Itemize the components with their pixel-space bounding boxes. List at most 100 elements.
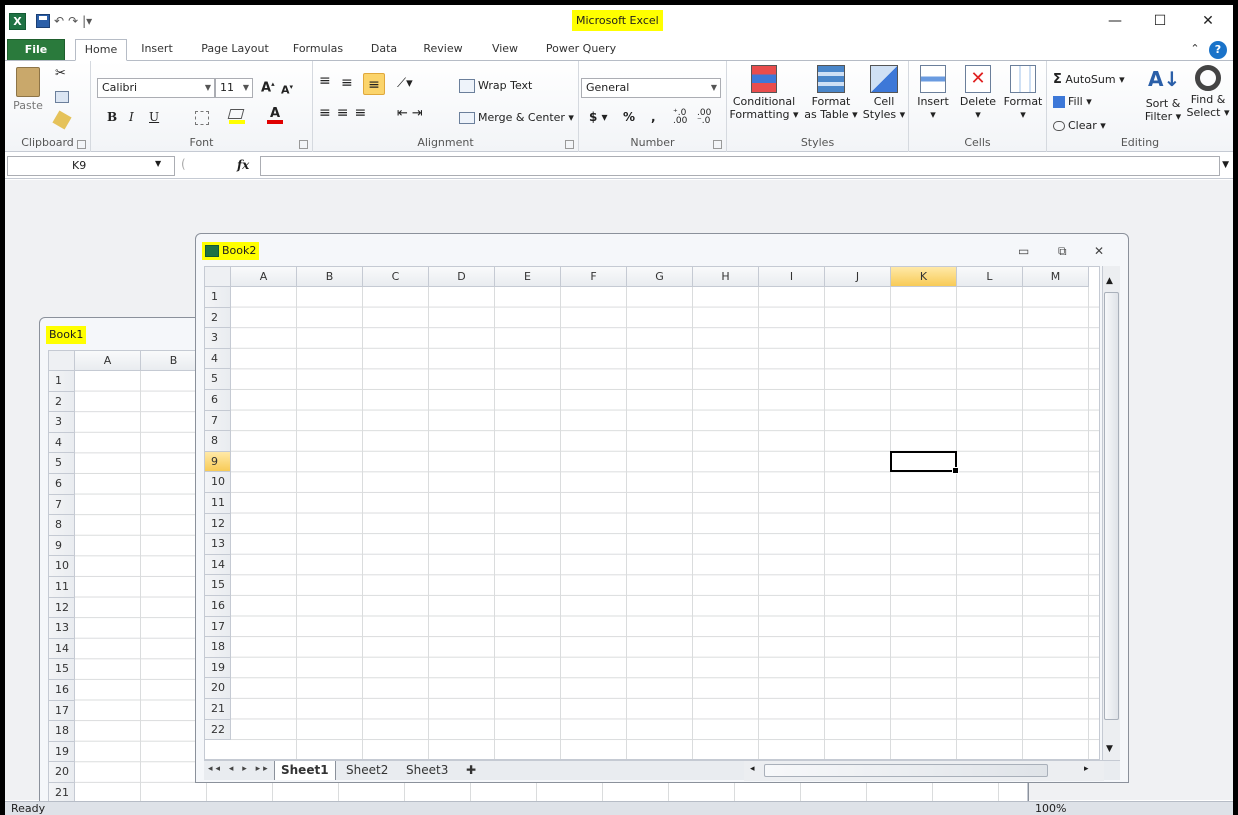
grow-font-icon[interactable]: A▴ bbox=[261, 78, 275, 94]
find-select-button[interactable]: Find & Select ▾ bbox=[1185, 65, 1231, 119]
font-launcher-icon[interactable] bbox=[299, 140, 308, 149]
row-header-3[interactable]: 3 bbox=[205, 328, 231, 349]
close-button[interactable]: ✕ bbox=[1193, 11, 1223, 31]
zoom-level[interactable]: 100% bbox=[1035, 802, 1066, 815]
tab-page-layout[interactable]: Page Layout bbox=[195, 39, 275, 61]
row-header-14[interactable]: 14 bbox=[205, 554, 231, 576]
minimize-ribbon-icon[interactable]: ⌃ bbox=[1187, 39, 1203, 61]
percent-button[interactable]: % bbox=[623, 111, 635, 124]
row-header-16[interactable]: 16 bbox=[205, 596, 231, 617]
cut-icon[interactable]: ✂ bbox=[55, 67, 66, 80]
formula-input[interactable] bbox=[260, 156, 1220, 176]
book2-grid[interactable]: A B C D E F G H I J K L M 1 2 3 4 5 6 7 8 9 10 11 12 13 14 15 16 17 18… bbox=[204, 266, 1100, 760]
row-header-10[interactable]: 10 bbox=[205, 472, 231, 493]
row-header-16[interactable]: 16 bbox=[49, 680, 75, 701]
italic-button[interactable]: I bbox=[129, 111, 134, 124]
row-header-6[interactable]: 6 bbox=[49, 474, 75, 495]
orientation-icon[interactable]: ⟋▾ bbox=[397, 77, 413, 90]
clipboard-launcher-icon[interactable] bbox=[77, 140, 86, 149]
select-all-corner[interactable] bbox=[205, 267, 231, 287]
sort-filter-button[interactable]: A↓ Sort & Filter ▾ bbox=[1141, 65, 1185, 123]
row-header-4[interactable]: 4 bbox=[49, 432, 75, 454]
column-header-f[interactable]: F bbox=[561, 267, 627, 287]
active-cell[interactable] bbox=[890, 450, 959, 474]
column-header-d[interactable]: D bbox=[429, 267, 495, 287]
increase-decimal-button[interactable]: ⁺.0 .00 bbox=[673, 109, 695, 126]
row-header-22[interactable]: 22 bbox=[205, 719, 231, 741]
vertical-scroll-thumb[interactable] bbox=[1104, 292, 1119, 720]
row-header-4[interactable]: 4 bbox=[205, 348, 231, 370]
undo-icon[interactable]: ↶ bbox=[54, 12, 64, 30]
excel-logo-icon[interactable]: X bbox=[9, 12, 26, 30]
column-header-m[interactable]: M bbox=[1023, 267, 1089, 287]
copy-icon[interactable] bbox=[55, 91, 69, 103]
row-header-12[interactable]: 12 bbox=[205, 513, 231, 535]
bold-button[interactable]: B bbox=[107, 111, 117, 124]
row-header-21[interactable]: 21 bbox=[205, 699, 231, 720]
font-size-select[interactable]: 11 ▼ bbox=[215, 78, 253, 98]
row-header-1[interactable]: 1 bbox=[49, 371, 75, 392]
select-all-corner[interactable] bbox=[49, 351, 75, 371]
row-header-11[interactable]: 11 bbox=[205, 493, 231, 514]
align-bottom-icon[interactable]: ≡ bbox=[363, 73, 385, 95]
minimize-button[interactable]: — bbox=[1100, 11, 1130, 31]
row-header-5[interactable]: 5 bbox=[205, 369, 231, 390]
column-header-l[interactable]: L bbox=[957, 267, 1023, 287]
expand-formula-icon[interactable]: ( bbox=[181, 157, 186, 171]
tab-formulas[interactable]: Formulas bbox=[287, 39, 349, 61]
alignment-launcher-icon[interactable] bbox=[565, 140, 574, 149]
tab-home[interactable]: Home bbox=[75, 39, 127, 61]
indent-icon[interactable]: ⇤⇥ bbox=[397, 107, 427, 120]
expand-formula-bar-icon[interactable]: ▼ bbox=[1222, 160, 1229, 170]
help-icon[interactable]: ? bbox=[1209, 41, 1227, 59]
format-painter-icon[interactable] bbox=[52, 110, 72, 130]
column-header-j[interactable]: J bbox=[825, 267, 891, 287]
row-header-20[interactable]: 20 bbox=[205, 678, 231, 699]
column-header-a[interactable]: A bbox=[231, 267, 297, 287]
scroll-down-icon[interactable]: ▼ bbox=[1106, 744, 1113, 754]
cell-area[interactable] bbox=[231, 287, 1099, 759]
decrease-decimal-button[interactable]: .00 ⁻.0 bbox=[697, 109, 719, 126]
insert-cells-button[interactable]: Insert ▾ bbox=[913, 65, 953, 121]
sheet-tab-sheet3[interactable]: Sheet3 bbox=[400, 761, 454, 780]
cell-styles-button[interactable]: Cell Styles ▾ bbox=[861, 65, 907, 121]
row-header-19[interactable]: 19 bbox=[205, 657, 231, 679]
align-left-center-right-icon[interactable]: ≡≡≡ bbox=[319, 106, 372, 120]
merge-center-button[interactable]: Merge & Center ▾ bbox=[459, 111, 574, 124]
column-header-a[interactable]: A bbox=[75, 351, 141, 371]
row-header-3[interactable]: 3 bbox=[49, 412, 75, 433]
tab-view[interactable]: View bbox=[485, 39, 525, 61]
number-launcher-icon[interactable] bbox=[713, 140, 722, 149]
row-header-18[interactable]: 18 bbox=[49, 721, 75, 742]
row-header-17[interactable]: 17 bbox=[49, 700, 75, 722]
autosum-button[interactable]: Σ AutoSum ▾ bbox=[1053, 73, 1125, 86]
customize-qat-icon[interactable]: |▾ bbox=[82, 12, 92, 30]
tab-review[interactable]: Review bbox=[419, 39, 467, 61]
format-as-table-button[interactable]: Format as Table ▾ bbox=[801, 65, 861, 121]
column-header-i[interactable]: I bbox=[759, 267, 825, 287]
comma-button[interactable]: , bbox=[651, 111, 656, 124]
row-header-20[interactable]: 20 bbox=[49, 762, 75, 783]
column-header-g[interactable]: G bbox=[627, 267, 693, 287]
currency-button[interactable]: $ ▾ bbox=[589, 111, 608, 124]
format-cells-button[interactable]: Format ▾ bbox=[1001, 65, 1045, 121]
scroll-right-icon[interactable]: ▸ bbox=[1084, 764, 1089, 774]
name-box[interactable]: K9 bbox=[7, 156, 175, 176]
row-header-10[interactable]: 10 bbox=[49, 556, 75, 577]
horizontal-scrollbar[interactable]: ◂ ▸ bbox=[744, 761, 1104, 781]
row-header-14[interactable]: 14 bbox=[49, 638, 75, 660]
font-color-icon[interactable]: A bbox=[267, 107, 283, 124]
column-header-c[interactable]: C bbox=[363, 267, 429, 287]
column-header-e[interactable]: E bbox=[495, 267, 561, 287]
horizontal-scroll-thumb[interactable] bbox=[764, 764, 1048, 777]
tab-insert[interactable]: Insert bbox=[135, 39, 179, 61]
row-header-5[interactable]: 5 bbox=[49, 453, 75, 474]
fill-color-icon[interactable] bbox=[227, 109, 245, 125]
chevron-down-icon[interactable]: ▼ bbox=[155, 159, 161, 168]
align-top-icon[interactable]: ≡ bbox=[319, 74, 331, 88]
sheet-tab-sheet1[interactable]: Sheet1 bbox=[274, 761, 336, 780]
conditional-formatting-button[interactable]: Conditional Formatting ▾ bbox=[729, 65, 799, 121]
row-header-13[interactable]: 13 bbox=[49, 618, 75, 639]
row-header-17[interactable]: 17 bbox=[205, 616, 231, 638]
font-name-select[interactable]: Calibri ▼ bbox=[97, 78, 215, 98]
